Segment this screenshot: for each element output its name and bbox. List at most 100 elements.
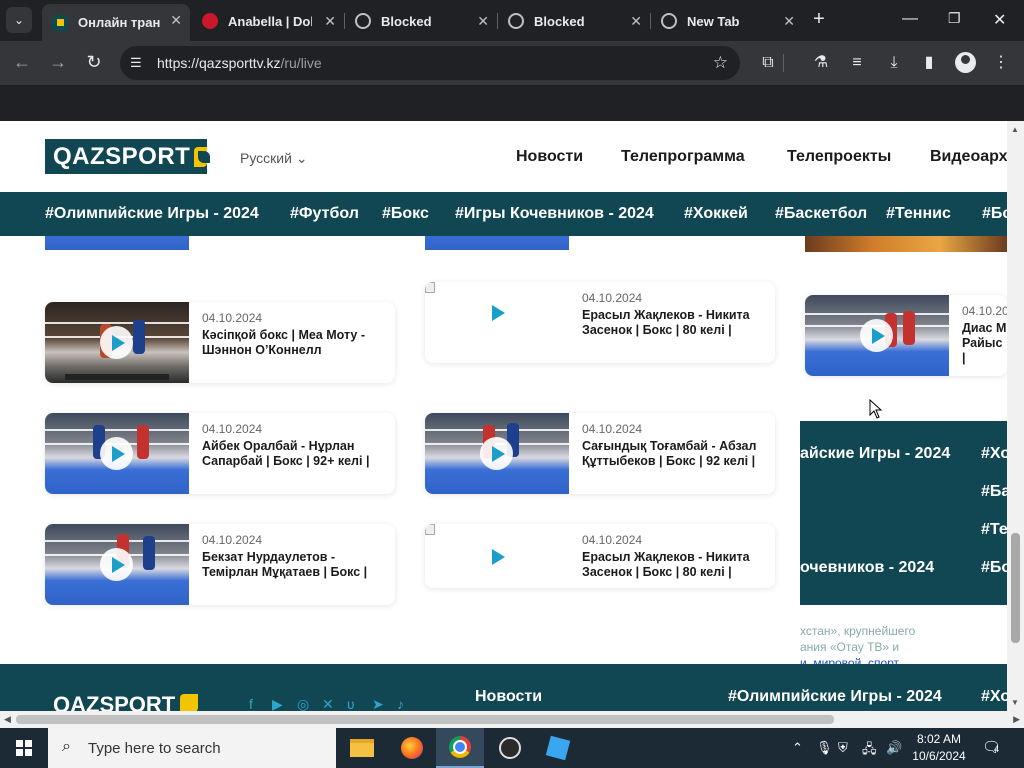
microphone-icon[interactable]: 🎙 — [816, 740, 833, 756]
telegram-icon[interactable]: ➤ — [372, 696, 384, 711]
scroll-right-arrow-icon[interactable]: ▶ — [1013, 714, 1020, 725]
forward-icon[interactable]: → — [46, 51, 70, 75]
close-tab-icon[interactable]: ✕ — [324, 13, 336, 30]
video-card[interactable]: 04.10.2024 Кәсіпқой бокс | Меа Моту - Шэ… — [45, 302, 395, 383]
play-icon[interactable] — [100, 548, 133, 581]
tag-link[interactable]: #Ба — [981, 483, 1007, 501]
play-icon[interactable] — [100, 326, 133, 359]
facebook-icon[interactable]: f — [249, 696, 253, 711]
video-title[interactable]: Кәсіпқой бокс | Меа Моту - Шэннон О’Конн… — [202, 328, 384, 358]
labs-flask-icon[interactable]: ⚗ — [810, 52, 832, 74]
horizontal-scroll-thumb[interactable] — [16, 715, 834, 724]
media-control-icon[interactable]: ≡ — [846, 52, 868, 74]
tag-link[interactable]: #Хо — [981, 445, 1007, 463]
close-tab-icon[interactable]: ✕ — [477, 13, 489, 30]
tag-basketball[interactable]: #Баскетбол — [775, 205, 867, 223]
close-window-icon[interactable]: ✕ — [993, 10, 1006, 30]
firefox-app[interactable] — [388, 728, 436, 768]
side-panel-icon[interactable]: ▮ — [918, 52, 940, 74]
extensions-icon[interactable]: ⧉ — [757, 52, 779, 74]
tag-link[interactable]: очевников - 2024 — [800, 559, 934, 577]
back-icon[interactable]: ← — [10, 51, 34, 75]
tag-olympics[interactable]: #Олимпийские Игры - 2024 — [45, 205, 259, 223]
close-tab-icon[interactable]: ✕ — [783, 13, 795, 30]
chrome-app[interactable] — [436, 728, 484, 768]
video-title[interactable]: Бекзат Нурдаулетов - Темірлан Мұқатаев |… — [202, 550, 384, 580]
video-card[interactable]: 04.10.2024 Бекзат Нурдаулетов - Темірлан… — [45, 524, 395, 605]
vertical-scrollbar[interactable]: ▲ ▼ — [1007, 121, 1024, 711]
start-button[interactable] — [0, 728, 48, 768]
footer-tag[interactable]: #Хо — [981, 688, 1007, 706]
x-twitter-icon[interactable]: ✕ — [322, 696, 334, 711]
horizontal-scrollbar[interactable]: ◀ ▶ — [0, 711, 1024, 728]
play-icon[interactable] — [860, 319, 893, 352]
video-card[interactable]: 04.10.2024 Ерасыл Жақлеков - Никита Засе… — [425, 282, 775, 363]
video-title[interactable]: Ерасыл Жақлеков - Никита Засенок | Бокс … — [582, 308, 764, 338]
bookmark-star-icon[interactable]: ☆ — [713, 53, 728, 73]
site-info-icon[interactable]: ☰ — [130, 55, 146, 71]
play-icon[interactable] — [480, 296, 513, 329]
tab-new-tab[interactable]: New Tab ✕ — [651, 5, 803, 37]
video-title[interactable]: Ерасыл Жақлеков - Никита Засенок | Бокс … — [582, 550, 764, 580]
scroll-down-arrow-icon[interactable]: ▼ — [1011, 698, 1019, 707]
profile-avatar-icon[interactable] — [955, 52, 976, 73]
nav-news[interactable]: Новости — [516, 148, 583, 166]
tab-blocked-1[interactable]: Blocked ✕ — [345, 5, 497, 37]
tab-search-button[interactable]: ⌄ — [6, 7, 32, 33]
video-title[interactable]: Диас М Райыс | — [962, 321, 1007, 366]
video-card[interactable]: 04.10.2024 Сағындық Тоғамбай - Абзал Құт… — [425, 413, 775, 494]
tag-football[interactable]: #Футбол — [290, 205, 359, 223]
tab-blocked-2[interactable]: Blocked ✕ — [498, 5, 650, 37]
tab-anabella[interactable]: Anabella | Dok ✕ — [192, 5, 344, 37]
vertical-scroll-thumb[interactable] — [1011, 533, 1020, 643]
nav-video-archive[interactable]: Видеоарх — [930, 148, 1007, 166]
nav-tv-program[interactable]: Телепрограмма — [621, 148, 745, 166]
menu-kebab-icon[interactable]: ⋮ — [990, 52, 1012, 74]
video-card[interactable]: 04.10.20 Диас М Райыс | — [805, 295, 1007, 376]
tag-more[interactable]: #Бо — [982, 205, 1007, 223]
tiktok-icon[interactable]: ♪ — [397, 696, 404, 711]
new-tab-button[interactable]: + — [808, 9, 830, 31]
tag-tennis[interactable]: #Теннис — [886, 205, 951, 223]
tray-chevron-icon[interactable]: ⌃ — [792, 740, 803, 756]
security-icon[interactable]: ⛨ — [838, 740, 848, 756]
reload-icon[interactable]: ↻ — [82, 51, 106, 75]
close-tab-icon[interactable]: ✕ — [170, 12, 182, 29]
taskbar-clock[interactable]: 8:02 AM 10/6/2024 — [907, 731, 971, 765]
minimize-icon[interactable]: — — [902, 10, 918, 28]
video-title[interactable]: Сағындық Тоғамбай - Абзал Құттыбеков | Б… — [582, 439, 764, 469]
roblox-studio-app[interactable] — [534, 728, 582, 768]
url-text[interactable]: https://qazsporttv.kz/ru/live — [157, 55, 322, 71]
play-icon[interactable] — [480, 437, 513, 470]
tab-online-broadcast[interactable]: Онлайн трансл ✕ — [42, 4, 190, 41]
notifications-icon[interactable]: 🗨 4 — [982, 738, 1001, 756]
address-bar[interactable]: ☰ https://qazsporttv.kz/ru/live ☆ — [120, 46, 740, 80]
language-selector[interactable]: Русский ⌄ — [240, 150, 308, 167]
video-title[interactable]: Айбек Оралбай - Нұрлан Сапарбай | Бокс |… — [202, 439, 384, 469]
tag-link[interactable]: #Бо — [981, 559, 1007, 577]
scroll-up-arrow-icon[interactable]: ▲ — [1011, 125, 1019, 134]
close-tab-icon[interactable]: ✕ — [630, 13, 642, 30]
tag-nomad-games[interactable]: #Игры Кочевников - 2024 — [455, 205, 654, 223]
qazsport-logo[interactable]: QAZSPORT — [45, 139, 210, 174]
taskbar-search[interactable]: ⌕ Type here to search — [48, 728, 336, 768]
tag-hockey[interactable]: #Хоккей — [684, 205, 748, 223]
tag-link[interactable]: #Те — [981, 521, 1007, 539]
obs-app[interactable] — [486, 728, 534, 768]
footer-nav-news[interactable]: Новости — [475, 688, 542, 706]
play-icon[interactable] — [480, 540, 513, 573]
youtube-icon[interactable]: ▶ — [272, 696, 283, 711]
nav-tv-projects[interactable]: Телепроекты — [787, 148, 891, 166]
file-explorer-app[interactable] — [338, 728, 386, 768]
instagram-icon[interactable]: ◎ — [297, 696, 309, 711]
scroll-left-arrow-icon[interactable]: ◀ — [4, 714, 11, 725]
restore-icon[interactable]: ❐ — [948, 10, 961, 27]
download-icon[interactable]: ⤓ — [883, 52, 905, 74]
network-icon[interactable]: 🖧 — [862, 740, 877, 762]
tag-link[interactable]: айские Игры - 2024 — [800, 445, 950, 463]
footer-logo[interactable]: QAZSPORT — [53, 692, 175, 711]
video-card[interactable]: 04.10.2024 Айбек Оралбай - Нұрлан Сапарб… — [45, 413, 395, 494]
footer-tag[interactable]: #Олимпийские Игры - 2024 — [728, 688, 942, 706]
volume-icon[interactable]: 🔊 — [886, 740, 902, 756]
video-card[interactable]: 04.10.2024 Ерасыл Жақлеков - Никита Засе… — [425, 524, 775, 588]
